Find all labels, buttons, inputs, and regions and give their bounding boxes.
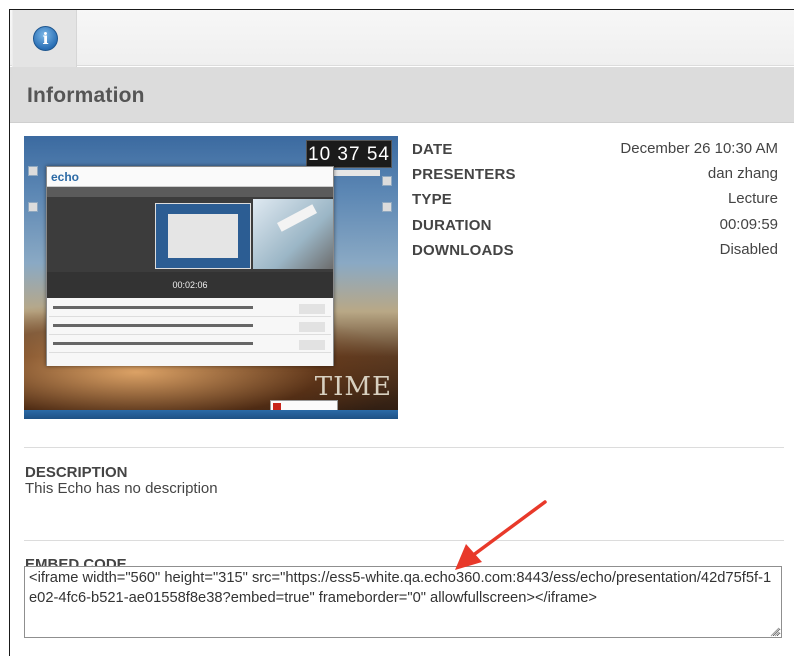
description-text: This Echo has no description xyxy=(25,480,218,497)
thumbnail-screen-preview xyxy=(155,203,251,269)
detail-label: PRESENTERS xyxy=(412,166,516,184)
section-header: Information xyxy=(10,67,794,123)
thumbnail-app-subbar xyxy=(47,187,333,197)
details-list: DATE December 26 10:30 AM PRESENTERS dan… xyxy=(412,138,778,264)
thumbnail-taskbar xyxy=(24,410,398,419)
thumbnail-app-bar: echo xyxy=(47,167,333,187)
detail-row-presenters: PRESENTERS dan zhang xyxy=(412,163,778,188)
detail-label: DATE xyxy=(412,141,453,158)
thumbnail-timer: 00:02:06 xyxy=(47,272,333,298)
detail-row-downloads: DOWNLOADS Disabled xyxy=(412,239,778,264)
thumbnail-list xyxy=(47,298,333,366)
thumbnail-overlay-text: TIME xyxy=(314,372,392,402)
tab-bar: i xyxy=(10,10,794,67)
thumbnail-app-preview xyxy=(47,197,333,287)
detail-value: dan zhang xyxy=(707,165,778,183)
thumbnail-camera-preview xyxy=(253,199,333,269)
presentation-thumbnail[interactable]: 10 37 54 echo 00:02:06 TIME xyxy=(24,136,398,419)
thumbnail-list-row xyxy=(49,302,331,317)
thumbnail-list-row xyxy=(49,338,331,353)
detail-label: DOWNLOADS xyxy=(412,241,514,259)
desktop-icon xyxy=(382,202,392,212)
description-label: DESCRIPTION xyxy=(25,464,128,481)
detail-row-duration: DURATION 00:09:59 xyxy=(412,214,778,239)
detail-label: TYPE xyxy=(412,191,452,209)
thumbnail-list-row xyxy=(49,320,331,335)
desktop-icon xyxy=(28,202,38,212)
desktop-icon xyxy=(382,176,392,186)
detail-value: December 26 10:30 AM xyxy=(620,140,778,157)
thumbnail-clock: 10 37 54 xyxy=(306,140,392,168)
divider xyxy=(24,540,784,541)
detail-value: Lecture xyxy=(727,190,778,208)
detail-row-date: DATE December 26 10:30 AM xyxy=(412,138,778,163)
info-icon: i xyxy=(33,26,58,51)
desktop-icon xyxy=(28,166,38,176)
section-title: Information xyxy=(27,84,145,107)
detail-label: DURATION xyxy=(412,216,492,234)
detail-value: Disabled xyxy=(719,240,778,258)
detail-row-type: TYPE Lecture xyxy=(412,188,778,213)
thumbnail-app-window: echo 00:02:06 xyxy=(46,166,334,366)
resize-grip-icon[interactable] xyxy=(769,626,780,637)
embed-code-textarea[interactable]: <iframe width="560" height="315" src="ht… xyxy=(24,566,782,638)
thumbnail-app-logo: echo xyxy=(51,170,80,184)
tab-information[interactable]: i xyxy=(12,10,77,67)
detail-value: 00:09:59 xyxy=(719,215,778,233)
divider xyxy=(24,447,784,448)
